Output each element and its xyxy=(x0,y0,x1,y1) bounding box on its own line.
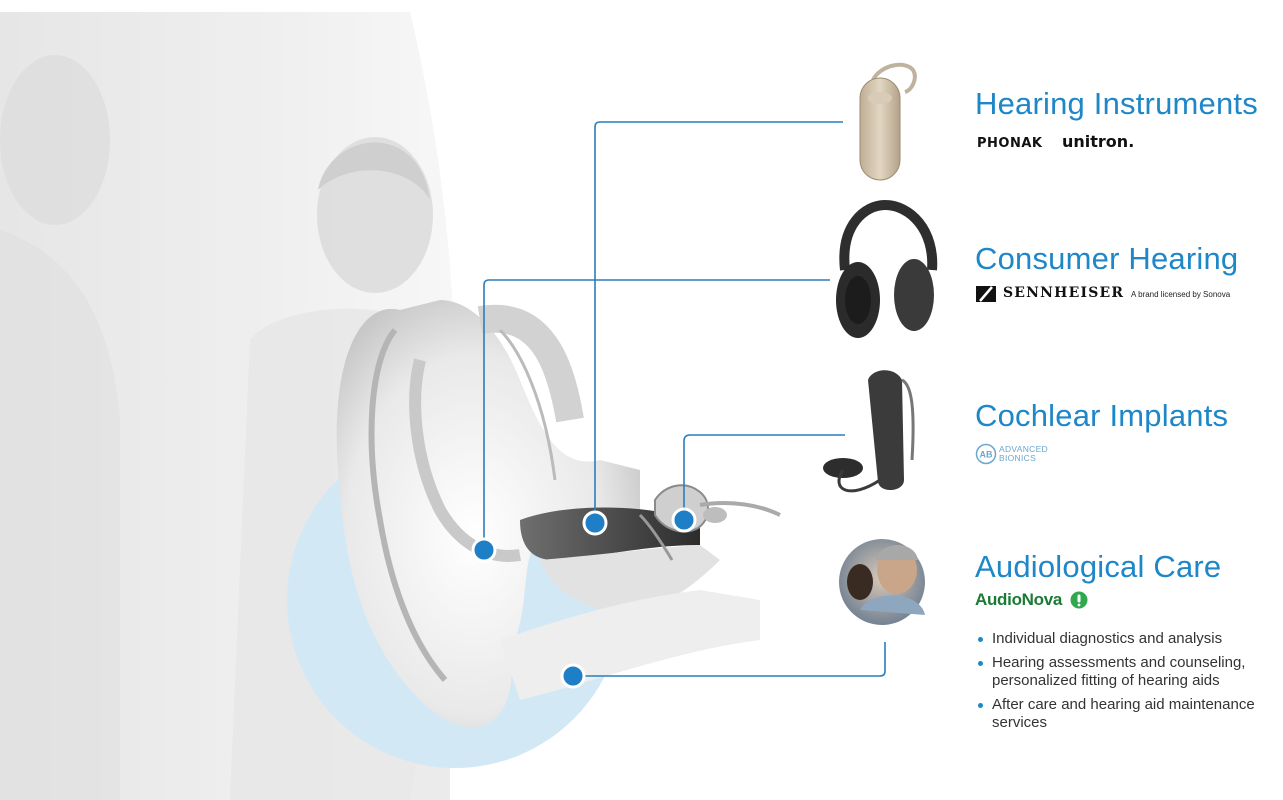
dot-audiological-care xyxy=(560,663,586,689)
advanced-bionics-logo-icon: AB xyxy=(975,443,997,465)
connector-hearing-instruments xyxy=(594,121,843,523)
hearing-aid-icon xyxy=(859,62,917,181)
sennheiser-logo: SENNHEISER xyxy=(1003,285,1125,301)
audionova-mark-icon xyxy=(1070,591,1088,609)
sennheiser-mark-icon xyxy=(976,286,996,302)
ab-line-2: BIONICS xyxy=(999,453,1037,463)
list-item: After care and hearing aid maintenance s… xyxy=(975,696,1280,732)
segment-title-audiological-care: Audiological Care xyxy=(975,549,1222,584)
audiological-care-bullets: Individual diagnostics and analysis Hear… xyxy=(975,630,1280,738)
ab-logo-text: AB xyxy=(980,450,993,460)
list-item: Hearing assessments and counseling, pers… xyxy=(975,654,1280,690)
segment-title-cochlear-implants: Cochlear Implants xyxy=(975,398,1229,433)
dot-consumer-hearing xyxy=(471,537,497,563)
advanced-bionics-logo: ADVANCED BIONICS xyxy=(999,445,1048,463)
segment-title-consumer-hearing: Consumer Hearing xyxy=(975,241,1239,276)
list-item: Individual diagnostics and analysis xyxy=(975,630,1280,648)
segment-title-hearing-instruments: Hearing Instruments xyxy=(975,86,1258,121)
dot-hearing-instruments xyxy=(582,510,608,536)
dot-cochlear-implants xyxy=(671,507,697,533)
phonak-logo: PHONAK xyxy=(977,136,1043,151)
cochlear-implant-icon xyxy=(823,370,915,493)
audiologist-photo-icon xyxy=(839,539,925,625)
unitron-logo: unitron. xyxy=(1062,132,1135,151)
audionova-logo: AudioNova xyxy=(975,590,1063,609)
sennheiser-license-note: A brand licensed by Sonova xyxy=(1131,290,1231,299)
headphones-icon xyxy=(836,199,938,338)
